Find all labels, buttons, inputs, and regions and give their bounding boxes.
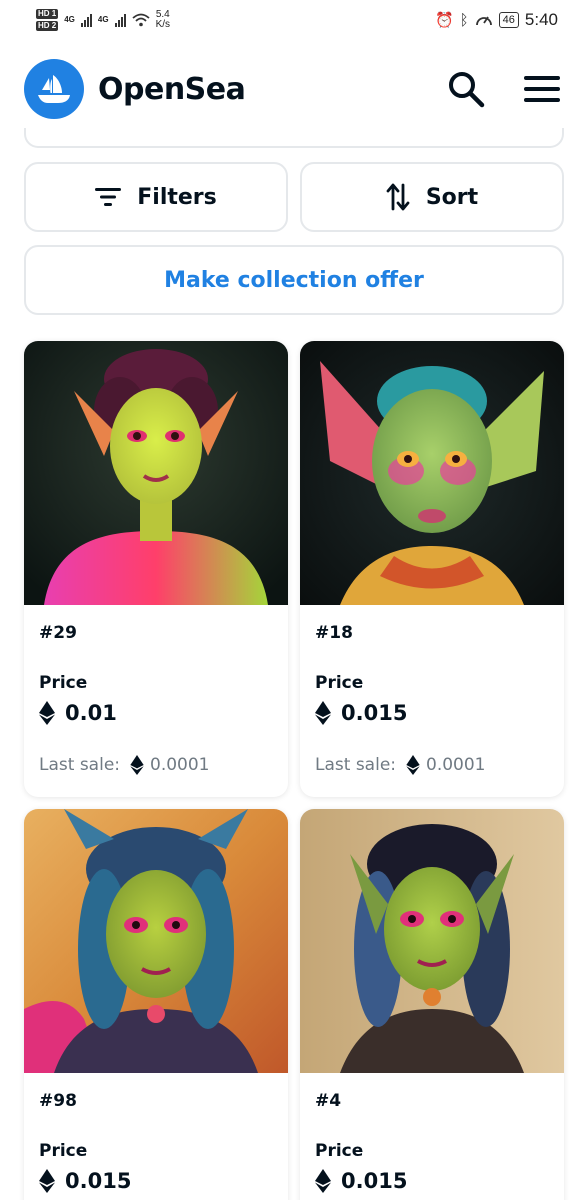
eth-icon — [406, 755, 420, 775]
last-sale-value: 0.0001 — [426, 755, 486, 775]
status-left: HD 1 HD 2 4G 4G 5.4 K/s — [36, 9, 170, 31]
hd2-badge: HD 2 — [36, 21, 59, 31]
token-name[interactable]: #98 — [39, 1091, 273, 1111]
price-row: 0.015 — [315, 1169, 549, 1193]
search-icon — [449, 72, 485, 108]
card-body: #4 Price 0.015 — [300, 1073, 564, 1193]
search-button[interactable] — [444, 67, 488, 111]
filters-button[interactable]: Filters — [24, 162, 288, 232]
sort-button[interactable]: Sort — [300, 162, 564, 232]
filter-icon — [95, 187, 122, 207]
nft-card[interactable]: #18 Price 0.015 Last sale: 0.0001 — [300, 341, 564, 797]
alarm-icon: ⏰ — [434, 12, 454, 29]
card-body: #18 Price 0.015 Last sale: 0.0001 — [300, 605, 564, 775]
price-label: Price — [39, 673, 88, 693]
nft-image[interactable] — [300, 341, 564, 605]
network-speed: 5.4 K/s — [156, 10, 170, 30]
nft-image[interactable] — [24, 809, 288, 1073]
speed-unit: K/s — [155, 19, 171, 30]
app-header: OpenSea — [24, 56, 564, 122]
price-value: 0.015 — [341, 701, 408, 725]
clock: 5:40 — [524, 10, 558, 29]
bluetooth-icon: ᛒ — [459, 11, 469, 29]
price-row: 0.015 — [315, 701, 549, 725]
brand-name[interactable]: OpenSea — [98, 72, 246, 107]
price-value: 0.015 — [341, 1169, 408, 1193]
make-collection-offer-button[interactable]: Make collection offer — [24, 245, 564, 315]
card-body: #98 Price 0.015 — [24, 1073, 288, 1193]
status-bar: HD 1 HD 2 4G 4G 5.4 K/s ⏰ ᛒ 46 5:40 — [0, 0, 588, 40]
card-body: #29 Price 0.01 Last sale: 0.0001 — [24, 605, 288, 775]
offer-label: Make collection offer — [164, 267, 424, 293]
price-value: 0.015 — [65, 1169, 132, 1193]
hd1-badge: HD 1 — [36, 9, 59, 19]
eth-icon — [130, 755, 144, 775]
nft-card[interactable]: #29 Price 0.01 Last sale: 0.0001 — [24, 341, 288, 797]
price-row: 0.015 — [39, 1169, 273, 1193]
token-name[interactable]: #4 — [315, 1091, 549, 1111]
token-name[interactable]: #18 — [315, 623, 549, 643]
eth-icon — [315, 701, 331, 725]
wifi-icon — [131, 13, 150, 27]
token-name[interactable]: #29 — [39, 623, 273, 643]
last-sale-row: Last sale: 0.0001 — [315, 755, 549, 775]
price-label: Price — [39, 1141, 88, 1161]
menu-button[interactable] — [520, 67, 564, 111]
battery-icon: 46 — [498, 12, 519, 28]
price-row: 0.01 — [39, 701, 273, 725]
network-type-1: 4G — [64, 15, 75, 24]
nft-image[interactable] — [300, 809, 564, 1073]
status-right: ⏰ ᛒ 46 5:40 — [435, 10, 558, 30]
sort-label: Sort — [425, 184, 479, 210]
nft-image[interactable] — [24, 341, 288, 605]
last-sale-row: Last sale: 0.0001 — [39, 755, 273, 775]
ship-icon — [38, 75, 70, 103]
signal-icon — [80, 13, 92, 27]
nft-card[interactable]: #4 Price 0.015 — [300, 809, 564, 1200]
eth-icon — [39, 1169, 55, 1193]
filters-label: Filters — [137, 184, 217, 210]
hd-indicators: HD 1 HD 2 — [36, 9, 59, 31]
eth-icon — [315, 1169, 331, 1193]
speedometer-icon — [475, 16, 492, 26]
nft-card[interactable]: #98 Price 0.015 — [24, 809, 288, 1200]
network-type-2: 4G — [97, 15, 109, 24]
eth-icon — [39, 701, 55, 725]
opensea-logo[interactable] — [24, 59, 84, 119]
last-sale-label: Last sale: — [315, 755, 396, 775]
price-value: 0.01 — [65, 701, 117, 725]
last-sale-label: Last sale: — [39, 755, 120, 775]
signal-icon-2 — [114, 13, 126, 27]
search-bar-scrolled — [24, 128, 564, 148]
sort-icon — [386, 183, 410, 211]
hamburger-menu-icon — [524, 76, 560, 102]
price-label: Price — [315, 673, 364, 693]
price-label: Price — [315, 1141, 364, 1161]
last-sale-value: 0.0001 — [150, 755, 210, 775]
